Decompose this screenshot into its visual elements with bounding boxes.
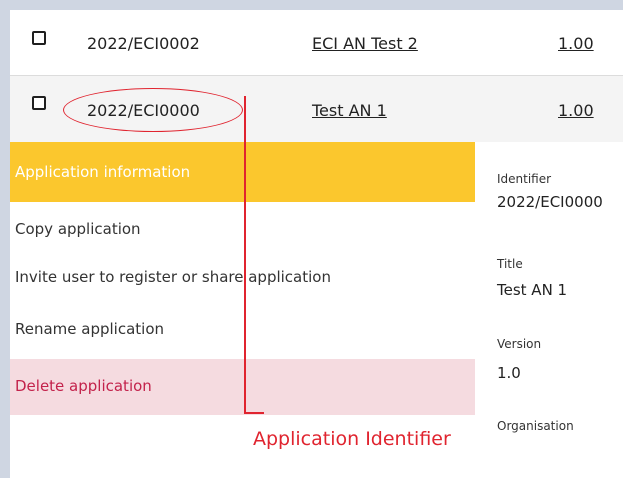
title-value: Test AN 1 — [497, 281, 568, 299]
identifier-value: 2022/ECI0000 — [497, 193, 603, 211]
menu-item-invite-user[interactable]: Invite user to register or share applica… — [10, 250, 475, 305]
table-row[interactable]: 2022/ECI0002 ECI AN Test 2 1.00 — [10, 10, 623, 76]
row-checkbox[interactable] — [32, 31, 46, 45]
menu-item-application-information[interactable]: Application information — [10, 142, 475, 202]
menu-item-rename-application[interactable]: Rename application — [10, 302, 475, 357]
frame-left-border — [0, 0, 10, 478]
application-version-link[interactable]: 1.00 — [558, 34, 594, 53]
application-identifier: 2022/ECI0002 — [87, 34, 200, 53]
version-value: 1.0 — [497, 364, 521, 382]
version-label: Version — [497, 337, 542, 351]
menu-item-label: Copy application — [15, 220, 141, 238]
annotation-line — [244, 96, 246, 414]
annotation-label: Application Identifier — [253, 428, 451, 450]
organisation-label: Organisation — [497, 419, 574, 433]
application-version-link[interactable]: 1.00 — [558, 101, 594, 120]
frame-top-border — [0, 0, 623, 10]
application-title-link[interactable]: Test AN 1 — [312, 101, 387, 120]
application-title-link[interactable]: ECI AN Test 2 — [312, 34, 418, 53]
menu-item-delete-application[interactable]: Delete application — [10, 359, 475, 415]
menu-item-label: Invite user to register or share applica… — [15, 268, 331, 286]
title-label: Title — [497, 257, 523, 271]
menu-item-copy-application[interactable]: Copy application — [10, 202, 475, 257]
annotation-ellipse — [63, 88, 243, 132]
row-checkbox[interactable] — [32, 96, 46, 110]
menu-item-label: Rename application — [15, 320, 165, 338]
application-details-panel: Identifier 2022/ECI0000 Title Test AN 1 … — [475, 142, 623, 478]
annotation-line-horizontal — [244, 412, 264, 414]
identifier-label: Identifier — [497, 172, 552, 186]
menu-item-label: Application information — [15, 163, 191, 181]
menu-item-label: Delete application — [15, 377, 152, 395]
